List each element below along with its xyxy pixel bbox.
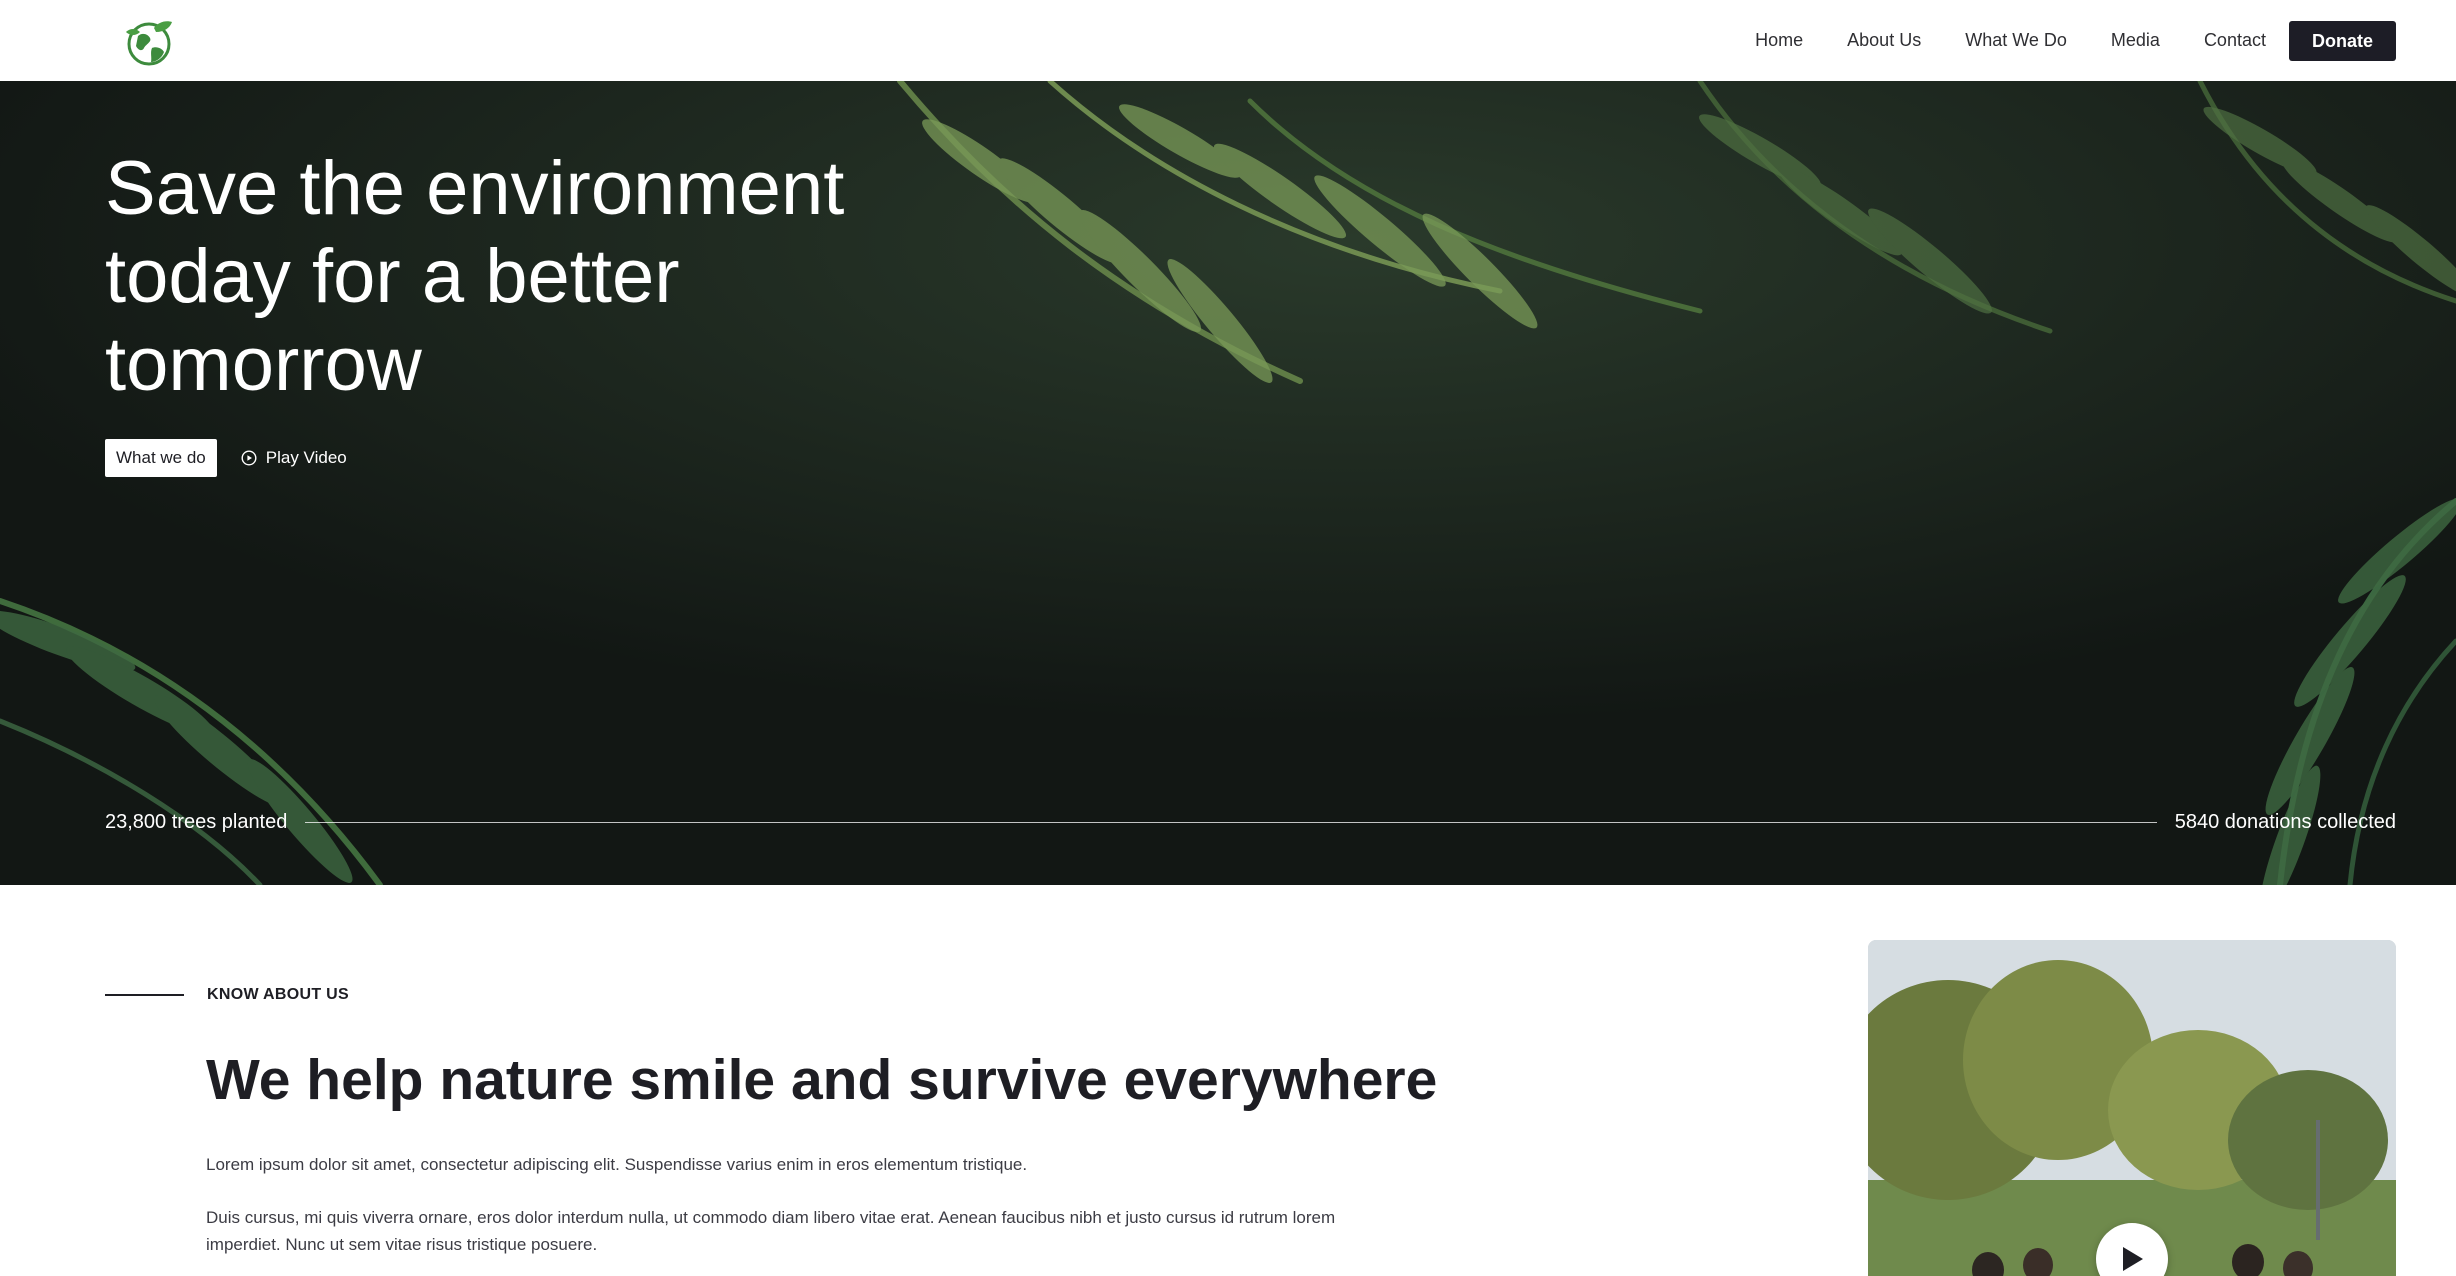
hero-section: Save the environment today for a better … <box>0 81 2456 885</box>
nav-menu: Home About Us What We Do Media Contact D… <box>1755 20 2396 61</box>
hero-content: Save the environment today for a better … <box>105 145 885 477</box>
nav-link-about-us[interactable]: About Us <box>1847 30 1921 51</box>
play-video-button[interactable]: Play Video <box>241 448 347 468</box>
nav-link-what-we-do[interactable]: What We Do <box>1965 30 2067 51</box>
donations-collected-stat: 5840 donations collected <box>2174 811 2396 833</box>
what-we-do-button[interactable]: What we do <box>105 439 217 477</box>
hero-actions: What we do Play Video <box>105 439 885 477</box>
hero-stats: 23,800 trees planted 5840 donations coll… <box>105 811 2396 834</box>
about-paragraph: Lorem ipsum dolor sit amet, consectetur … <box>206 1155 1028 1174</box>
about-video-card[interactable] <box>1868 940 2396 1276</box>
nav-link-home[interactable]: Home <box>1755 30 1803 51</box>
nav-link-media[interactable]: Media <box>2111 30 2160 51</box>
trees-planted-stat: 23,800 trees planted <box>105 811 288 833</box>
globe-leaf-icon[interactable] <box>118 14 178 68</box>
donate-button[interactable]: Donate <box>2288 20 2396 61</box>
hero-title: Save the environment today for a better … <box>105 146 845 407</box>
stats-divider <box>305 822 2157 823</box>
top-navigation: Home About Us What We Do Media Contact D… <box>0 0 2456 81</box>
eyebrow-text: KNOW ABOUT US <box>207 986 349 1003</box>
play-circle-icon <box>241 450 257 466</box>
play-icon <box>2123 1247 2143 1271</box>
nav-link-contact[interactable]: Contact <box>2204 30 2266 51</box>
eyebrow-line <box>105 994 184 996</box>
about-eyebrow: KNOW ABOUT US <box>105 986 349 1004</box>
about-paragraph: Duis cursus, mi quis viverra ornare, ero… <box>206 1208 1336 1254</box>
play-video-label: Play Video <box>265 448 347 467</box>
about-heading: We help nature smile and survive everywh… <box>206 1048 1438 1112</box>
